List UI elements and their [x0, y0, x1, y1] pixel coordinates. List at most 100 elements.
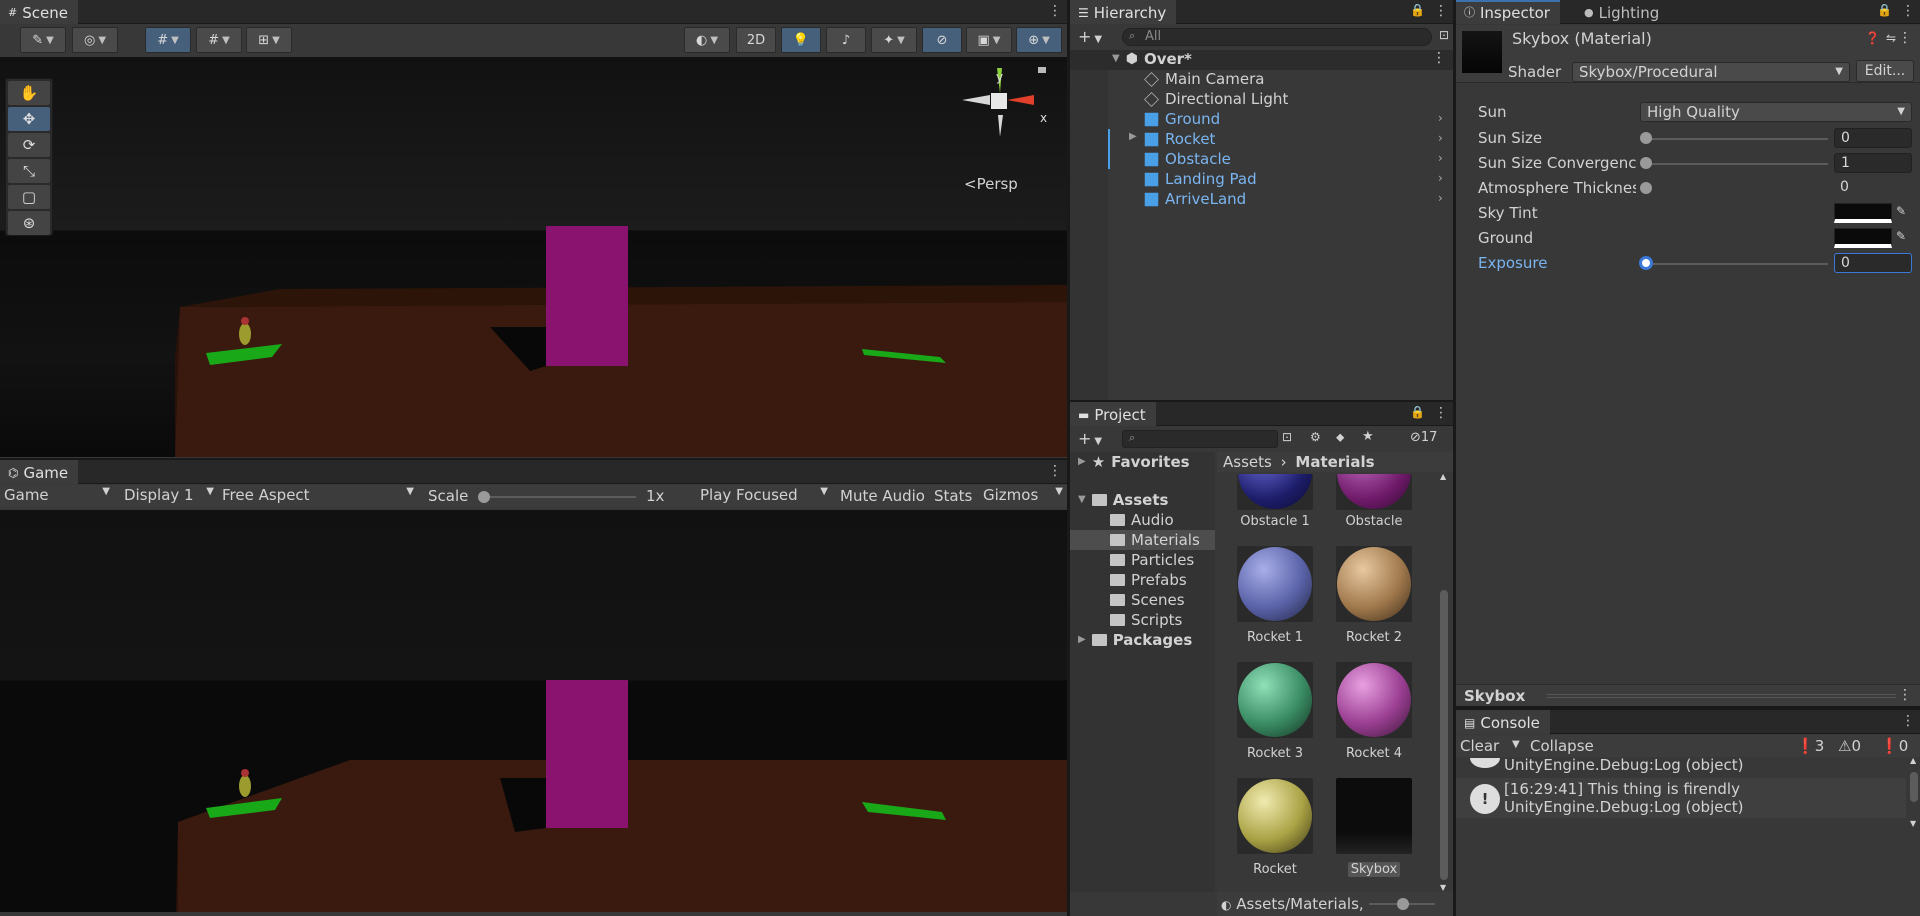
scale-slider[interactable]: [484, 496, 636, 498]
shading-mode-button[interactable]: ◐ ▼: [684, 27, 730, 53]
error-filter-button[interactable]: ❗3: [1796, 737, 1824, 755]
tab-lighting[interactable]: ● Lighting: [1576, 0, 1669, 24]
tab-project[interactable]: ▬ Project: [1070, 402, 1156, 426]
persp-label[interactable]: <Persp: [964, 175, 1018, 193]
add-button[interactable]: + ▼: [1078, 429, 1102, 448]
gizmos-button[interactable]: ⊕ ▼: [1016, 27, 1062, 53]
folder-materials[interactable]: Materials: [1110, 530, 1200, 550]
tab-game[interactable]: ⌬ Game: [0, 460, 79, 484]
material-obstacle[interactable]: [1336, 474, 1412, 510]
scroll-up-icon[interactable]: ▲: [1440, 472, 1446, 481]
console-scrollbar[interactable]: ▲ ▼: [1908, 756, 1920, 828]
log-filter-button[interactable]: ❗0: [1880, 737, 1908, 755]
project-search[interactable]: ⌕: [1122, 430, 1278, 448]
console-entry-partial[interactable]: UnityEngine.Debug:Log (object): [1456, 758, 1906, 776]
display-dropdown[interactable]: Display 1 ▼: [124, 486, 216, 506]
scene-root-more-icon[interactable]: ⋮: [1432, 50, 1446, 66]
effects-button[interactable]: ✦ ▼: [871, 27, 917, 53]
help-icon[interactable]: ❓: [1865, 31, 1880, 45]
material-rocket[interactable]: [1237, 778, 1313, 854]
shader-dropdown[interactable]: Skybox/Procedural ▼: [1572, 62, 1850, 82]
exposure-slider[interactable]: [1646, 263, 1828, 265]
favorites-item[interactable]: ▶ ★ Favorites: [1078, 452, 1190, 472]
sun-size-slider[interactable]: [1646, 138, 1828, 140]
convergence-knob[interactable]: [1640, 157, 1652, 169]
packages-item[interactable]: ▶ Packages: [1078, 630, 1192, 650]
filter-type-icon[interactable]: ⚙: [1310, 430, 1321, 444]
material-rocket-1[interactable]: [1237, 546, 1313, 622]
tab-scene[interactable]: # Scene: [0, 0, 78, 24]
breadcrumb-materials[interactable]: Materials: [1295, 453, 1374, 471]
hierarchy-item-landing-pad[interactable]: Landing Pad: [1144, 169, 1257, 189]
folder-scripts[interactable]: Scripts: [1110, 610, 1182, 630]
clear-options-icon[interactable]: ▼: [1512, 739, 1520, 750]
lighting-toggle[interactable]: 💡: [781, 27, 821, 53]
game-viewport[interactable]: [0, 510, 1067, 912]
move-tool-button[interactable]: ✥: [8, 107, 50, 131]
tab-console[interactable]: ▤ Console: [1456, 710, 1550, 734]
material-rocket-4[interactable]: [1336, 662, 1412, 738]
collapse-button[interactable]: Collapse: [1530, 737, 1594, 755]
chevron-right-icon[interactable]: ›: [1438, 131, 1443, 145]
exposure-knob[interactable]: [1639, 256, 1653, 270]
hand-tool-button[interactable]: ✋: [8, 81, 50, 105]
hierarchy-item-ground[interactable]: Ground: [1144, 109, 1220, 129]
draw-mode-button[interactable]: ✎ ▼: [20, 27, 66, 53]
audio-toggle[interactable]: ♪: [826, 27, 866, 53]
sun-size-field[interactable]: 0: [1834, 128, 1912, 148]
chevron-right-icon[interactable]: ›: [1438, 191, 1443, 205]
2d-toggle[interactable]: 2D: [736, 27, 776, 53]
more-icon[interactable]: ⋮: [1434, 3, 1448, 19]
scroll-down-icon[interactable]: ▼: [1910, 819, 1916, 828]
lock-icon[interactable]: 🔒: [1877, 3, 1892, 17]
grid-snap-button[interactable]: # ▼: [145, 27, 191, 53]
expand-arrow-icon[interactable]: ▶: [1129, 131, 1137, 142]
scale-slider-knob[interactable]: [478, 491, 490, 503]
scroll-up-icon[interactable]: ▲: [1910, 756, 1916, 765]
more-icon[interactable]: ⋮: [1048, 3, 1062, 19]
chevron-right-icon[interactable]: ›: [1438, 171, 1443, 185]
chevron-right-icon[interactable]: ›: [1438, 151, 1443, 165]
material-obstacle-1[interactable]: [1237, 474, 1313, 510]
play-mode-dropdown[interactable]: Play Focused ▼: [700, 486, 830, 506]
assets-item[interactable]: ▼ Assets: [1078, 490, 1168, 510]
scene-root-item[interactable]: ▼ ⬢ Over*: [1112, 49, 1192, 69]
folder-audio[interactable]: Audio: [1110, 510, 1174, 530]
search-options-icon[interactable]: ⊡: [1282, 430, 1292, 444]
preview-more-icon[interactable]: ⋮: [1898, 687, 1912, 703]
orientation-gizmo[interactable]: [950, 65, 1060, 155]
breadcrumb-assets[interactable]: Assets: [1223, 453, 1272, 471]
sun-dropdown[interactable]: High Quality ▼: [1640, 102, 1912, 122]
hierarchy-item-directional-light[interactable]: Directional Light: [1144, 89, 1288, 109]
star-icon[interactable]: ★: [1362, 429, 1374, 444]
exposure-field[interactable]: 0: [1834, 253, 1912, 273]
edit-shader-button[interactable]: Edit...: [1856, 60, 1914, 82]
sun-size-knob[interactable]: [1640, 132, 1652, 144]
material-more-icon[interactable]: ⋮: [1898, 30, 1912, 46]
atmosphere-field[interactable]: 0: [1834, 178, 1912, 198]
aspect-dropdown[interactable]: Free Aspect ▼: [222, 486, 416, 506]
material-skybox[interactable]: [1336, 778, 1412, 854]
transform-tool-button[interactable]: ⊛: [8, 211, 50, 235]
folder-scenes[interactable]: Scenes: [1110, 590, 1185, 610]
hierarchy-item-obstacle[interactable]: Obstacle: [1144, 149, 1231, 169]
convergence-slider[interactable]: [1646, 163, 1828, 165]
view-dropdown[interactable]: Game ▼: [4, 486, 112, 506]
asset-scrollbar[interactable]: ▲ ▼: [1438, 472, 1450, 892]
folder-particles[interactable]: Particles: [1110, 550, 1194, 570]
lock-icon[interactable]: 🔒: [1410, 3, 1425, 17]
folder-prefabs[interactable]: Prefabs: [1110, 570, 1187, 590]
hidden-objects-toggle[interactable]: ⊘: [922, 27, 962, 53]
stats-button[interactable]: Stats: [934, 487, 972, 505]
scale-tool-button[interactable]: ⤡: [8, 159, 50, 183]
hierarchy-item-rocket[interactable]: Rocket: [1144, 129, 1215, 149]
hierarchy-item-arriveland[interactable]: ArriveLand: [1144, 189, 1246, 209]
scroll-down-icon[interactable]: ▼: [1440, 883, 1446, 892]
scrollbar-thumb[interactable]: [1440, 590, 1448, 880]
add-button[interactable]: + ▼: [1078, 27, 1102, 46]
console-entry[interactable]: ! [16:29:41] This thing is firendly Unit…: [1456, 778, 1906, 818]
eyedropper-icon[interactable]: ✎: [1896, 204, 1906, 218]
more-icon[interactable]: ⋮: [1048, 463, 1062, 479]
gizmos-dropdown[interactable]: Gizmos ▼: [983, 486, 1065, 506]
hidden-packages-button[interactable]: ⊘17: [1410, 430, 1437, 445]
